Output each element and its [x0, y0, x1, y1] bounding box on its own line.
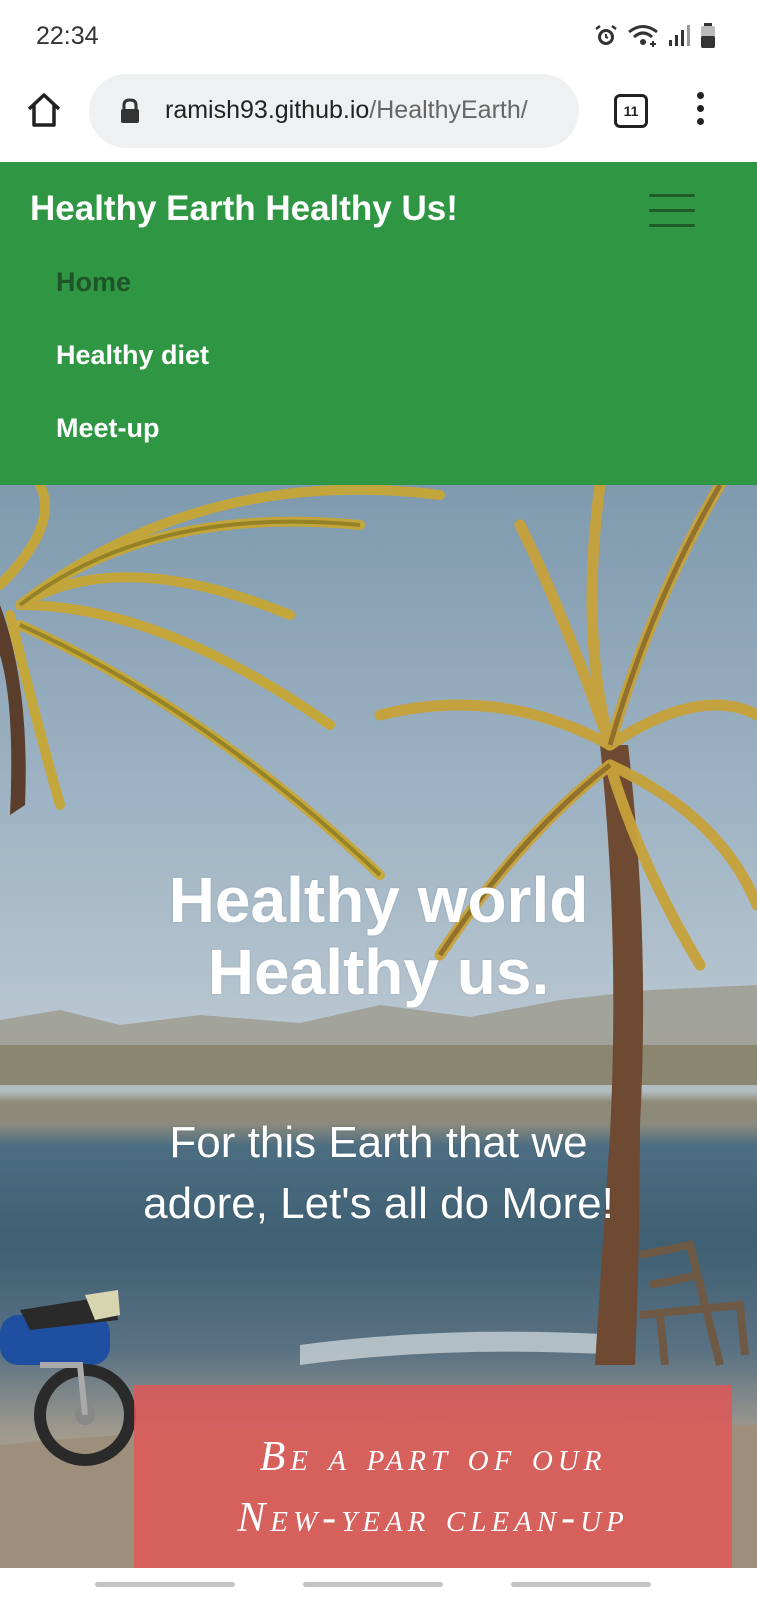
hero-title-line2: Healthy us. — [207, 935, 550, 1008]
home-icon[interactable] — [24, 90, 64, 130]
nav-item-meet-up[interactable]: Meet-up — [56, 414, 209, 442]
hero-subtitle: For this Earth that we adore, Let's all … — [0, 1113, 757, 1234]
gesture-handle-right[interactable] — [511, 1582, 651, 1587]
address-bar[interactable]: ramish93.github.io/HealthyEarth/ — [89, 74, 579, 148]
status-time: 22:34 — [36, 22, 99, 50]
site-brand[interactable]: Healthy Earth Healthy Us! — [30, 189, 458, 229]
hero-section: Healthy world Healthy us. For this Earth… — [0, 485, 757, 1568]
wifi-icon — [627, 23, 659, 54]
lock-icon — [119, 98, 141, 124]
gesture-handle-left[interactable] — [95, 1582, 235, 1587]
cta-banner[interactable]: Be a part of our New-year clean-up — [134, 1385, 732, 1568]
more-menu-icon[interactable] — [693, 92, 707, 132]
gesture-handle-center[interactable] — [303, 1582, 443, 1587]
hero-subtitle-line2: adore, Let's all do More! — [143, 1178, 614, 1228]
hamburger-menu-icon[interactable] — [649, 194, 695, 228]
hero-subtitle-line1: For this Earth that we — [169, 1118, 588, 1167]
cta-line2: New-year clean-up — [237, 1494, 629, 1541]
hero-title: Healthy world Healthy us. — [0, 864, 757, 1008]
nav-item-home[interactable]: Home — [56, 268, 209, 296]
nav-item-healthy-diet[interactable]: Healthy diet — [56, 341, 209, 369]
browser-toolbar: ramish93.github.io/HealthyEarth/ 11 — [0, 72, 757, 162]
site-navbar: Healthy Earth Healthy Us! Home Healthy d… — [0, 162, 757, 485]
cta-text: Be a part of our New-year clean-up — [134, 1427, 732, 1549]
tab-switcher-button[interactable]: 11 — [614, 94, 648, 128]
status-icons — [593, 22, 717, 55]
url-domain: ramish93.github.io — [165, 96, 370, 124]
nav-menu: Home Healthy diet Meet-up — [56, 268, 209, 487]
url-path: /HealthyEarth/ — [369, 96, 528, 124]
url-text: ramish93.github.io/HealthyEarth/ — [165, 96, 528, 125]
signal-icon — [667, 23, 691, 54]
battery-icon — [699, 22, 717, 55]
system-gesture-bar — [0, 1568, 757, 1600]
alarm-icon — [593, 23, 619, 54]
status-bar: 22:34 — [0, 0, 757, 72]
cta-line1: Be a part of our — [259, 1434, 607, 1480]
hero-title-line1: Healthy world — [168, 864, 589, 936]
